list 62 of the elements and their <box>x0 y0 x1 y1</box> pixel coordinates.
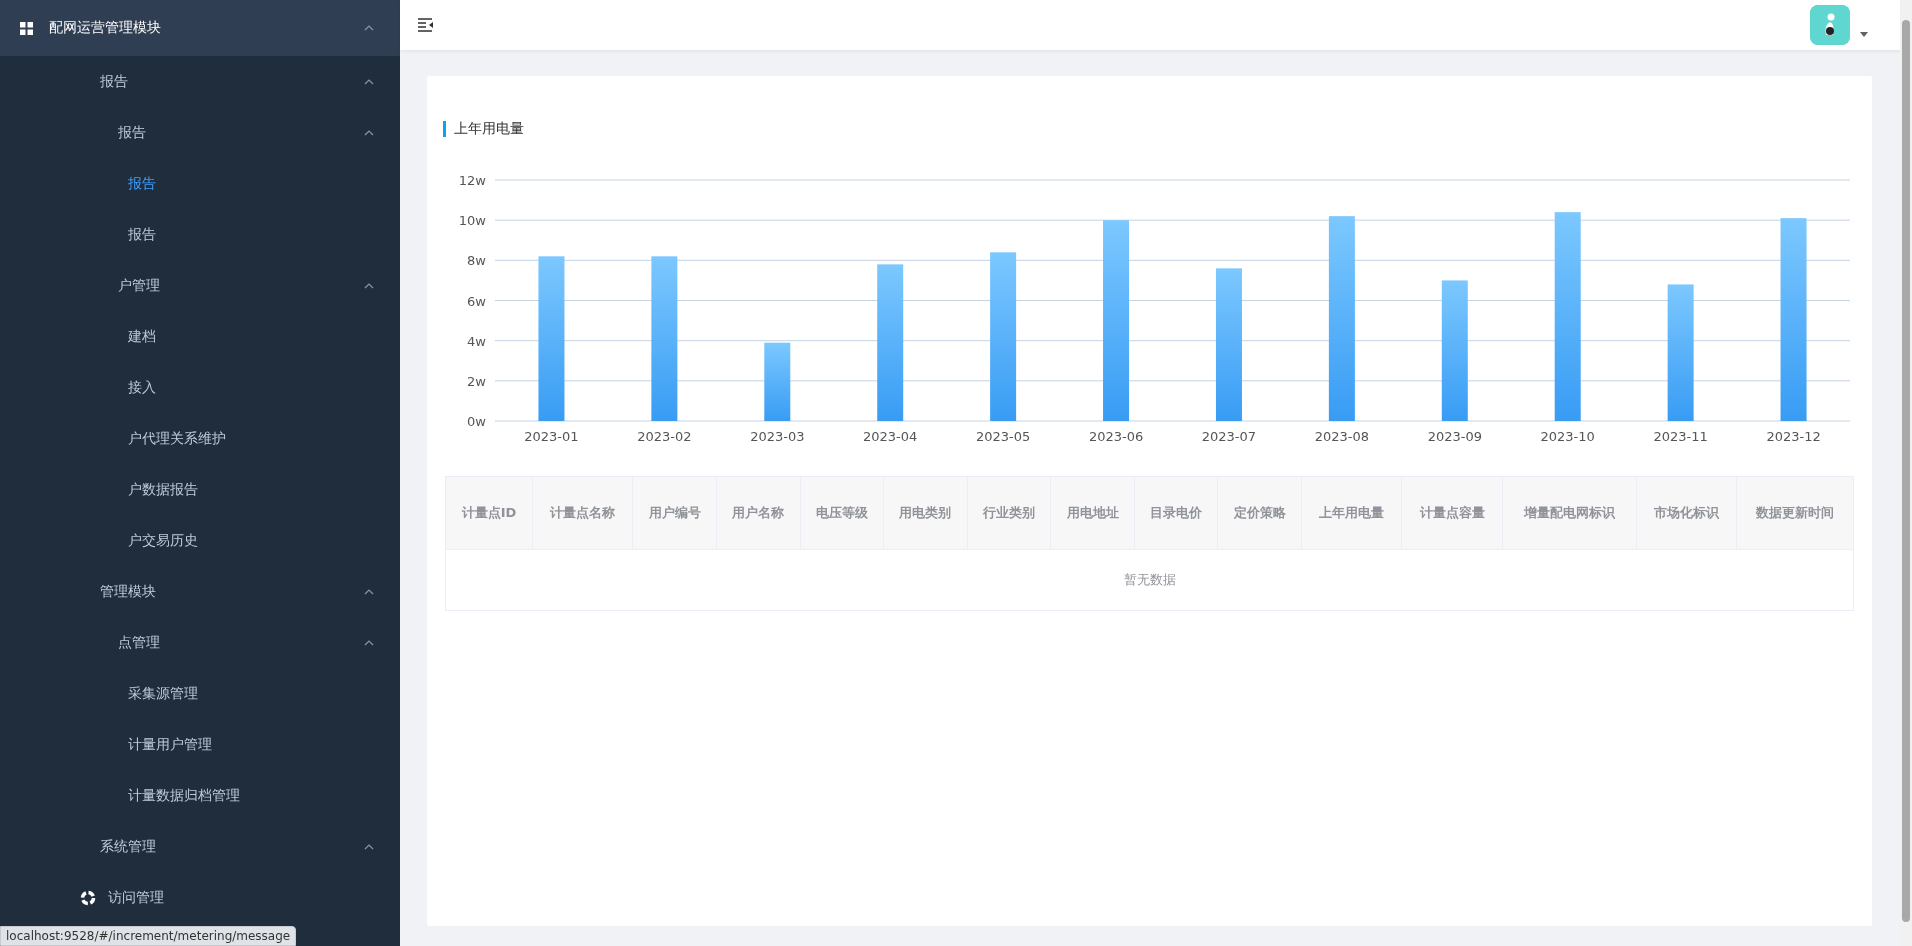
axis-label: 2023-06 <box>1088 429 1144 444</box>
column-header: 用电类别 <box>883 476 968 550</box>
menu-item[interactable]: 计量数据归档管理 <box>0 770 400 821</box>
menu-icon[interactable] <box>418 18 434 32</box>
status-url: localhost:9528/#/increment/metering/message <box>0 926 297 946</box>
menu-item[interactable]: 采集源管理 <box>0 668 400 719</box>
column-header: 增量配电网标识 <box>1502 476 1636 550</box>
empty-text: 暂无数据 <box>445 549 1854 611</box>
menu-group[interactable]: 系统管理 <box>0 821 400 872</box>
menu-item[interactable]: 计量用户管理 <box>0 719 400 770</box>
column-header: 用户编号 <box>632 476 717 550</box>
axis-label: 12w <box>458 173 486 188</box>
menu-group[interactable]: 点管理 <box>0 617 400 668</box>
axis-label: 0w <box>467 414 486 429</box>
scrollbar[interactable] <box>1900 0 1912 946</box>
menu-group[interactable]: 报告 <box>0 107 400 158</box>
column-header: 市场化标识 <box>1636 476 1737 550</box>
menu-item[interactable]: 户数据报告 <box>0 464 400 515</box>
axis-label: 2w <box>467 373 486 389</box>
axis-label: 2023-02 <box>637 429 692 444</box>
menu-item[interactable]: 报告 <box>0 209 400 260</box>
column-header: 目录电价 <box>1134 476 1218 550</box>
menu-item[interactable]: 建档 <box>0 311 400 362</box>
axis-label: 2023-12 <box>1766 429 1821 444</box>
menu-item[interactable]: 接入 <box>0 362 400 413</box>
column-header: 上年用电量 <box>1301 476 1402 550</box>
axis-label: 6w <box>467 293 486 309</box>
card-title: 上年用电量 <box>454 120 524 138</box>
menu-item[interactable]: 户代理关系维护 <box>0 413 400 464</box>
grid-icon <box>20 21 33 35</box>
column-header: 用户名称 <box>716 476 800 550</box>
axis-label: 2023-10 <box>1540 429 1595 444</box>
axis-label: 10w <box>458 213 486 229</box>
axis-label: 2023-05 <box>975 429 1031 444</box>
column-header: 用电地址 <box>1050 476 1135 550</box>
menu-group[interactable]: 户管理 <box>0 260 400 311</box>
column-header: 数据更新时间 <box>1736 476 1854 550</box>
menu-item[interactable]: 户交易历史 <box>0 515 400 566</box>
axis-label: 2023-04 <box>863 429 918 444</box>
column-header: 电压等级 <box>800 476 884 550</box>
column-header: 计量点名称 <box>532 476 633 550</box>
axis-label: 2023-07 <box>1201 429 1257 444</box>
ring-icon <box>80 889 96 906</box>
column-header: 计量点容量 <box>1401 476 1503 550</box>
axis-label: 4w <box>467 333 486 349</box>
axis-label: 2023-11 <box>1653 429 1708 444</box>
axis-label: 2023-08 <box>1314 429 1370 444</box>
column-header: 行业类别 <box>967 476 1051 550</box>
menu-group[interactable]: 报告 <box>0 56 400 107</box>
avatar-icon[interactable] <box>1810 5 1850 45</box>
axis-label: 2023-01 <box>524 429 579 444</box>
axis-label: 8w <box>467 253 486 269</box>
axis-label: 2023-09 <box>1427 429 1482 444</box>
caret-icon[interactable] <box>1860 31 1868 37</box>
menu-item[interactable]: 访问管理 <box>0 872 400 923</box>
title-accent <box>443 121 446 137</box>
menu-item[interactable]: 报告 <box>0 158 400 209</box>
menu-group[interactable]: 管理模块 <box>0 566 400 617</box>
column-header: 计量点ID <box>445 476 533 550</box>
axis-label: 2023-03 <box>750 429 805 444</box>
column-header: 定价策略 <box>1218 476 1302 550</box>
menu-group[interactable]: 配网运营管理模块 <box>0 0 400 56</box>
